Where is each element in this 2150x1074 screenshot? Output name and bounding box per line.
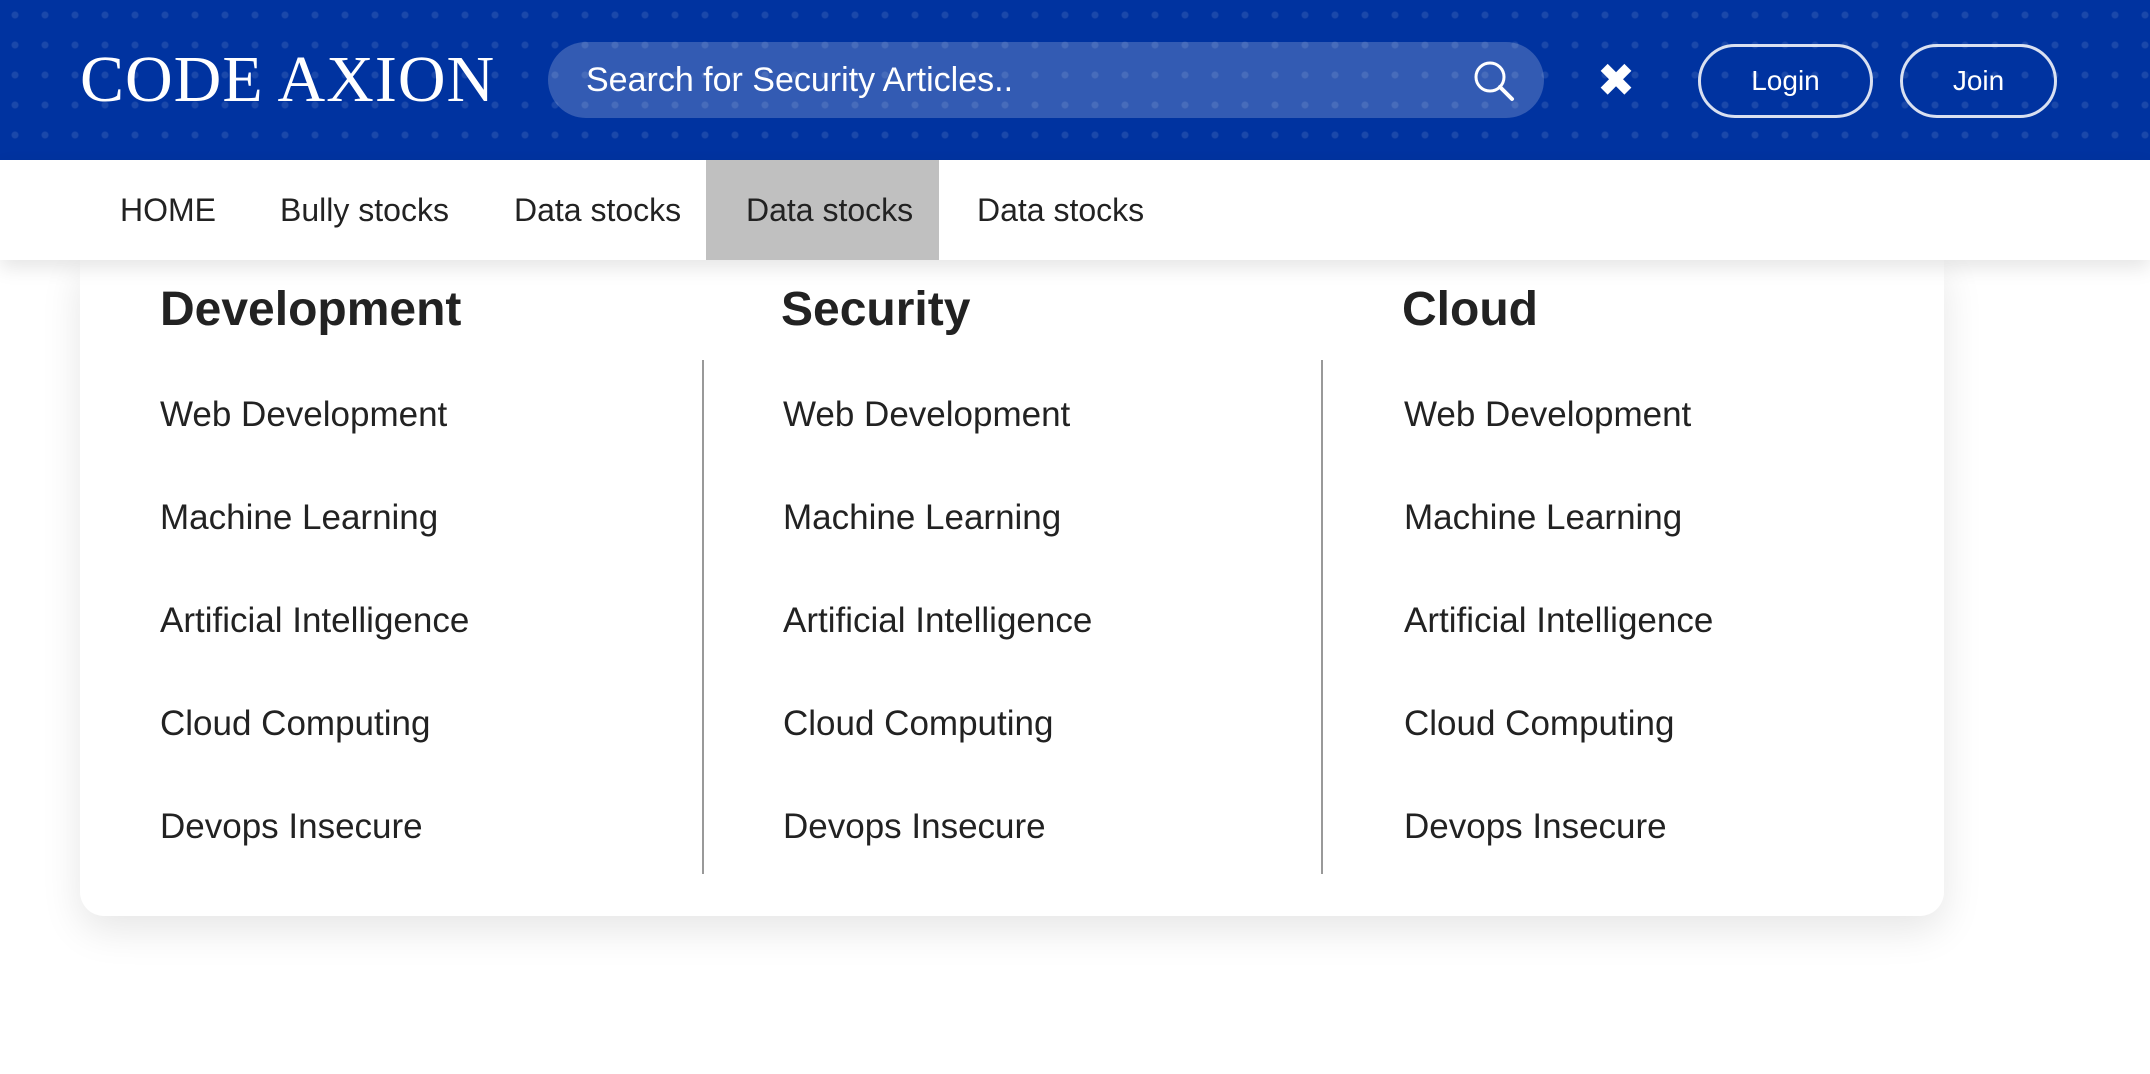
menu-link[interactable]: Web Development: [1404, 386, 1964, 489]
menu-link[interactable]: Devops Insecure: [783, 798, 1343, 901]
menu-link[interactable]: Cloud Computing: [783, 695, 1343, 798]
nav-item-home[interactable]: HOME: [120, 160, 216, 260]
menu-link[interactable]: Machine Learning: [160, 489, 720, 592]
nav-item-data-stocks[interactable]: Data stocks: [977, 160, 1144, 260]
site-header: CODE AXION ✖ Login Join: [0, 0, 2150, 160]
close-icon[interactable]: ✖: [1596, 50, 1636, 110]
main-nav: HOME Bully stocks Data stocks Data stock…: [0, 160, 2150, 260]
menu-link[interactable]: Machine Learning: [1404, 489, 1964, 592]
menu-link[interactable]: Web Development: [160, 386, 720, 489]
menu-link[interactable]: Cloud Computing: [160, 695, 720, 798]
menu-link[interactable]: Artificial Intelligence: [1404, 592, 1964, 695]
menu-link[interactable]: Artificial Intelligence: [783, 592, 1343, 695]
nav-item-bully-stocks[interactable]: Bully stocks: [280, 160, 449, 260]
menu-link[interactable]: Cloud Computing: [1404, 695, 1964, 798]
login-button[interactable]: Login: [1698, 44, 1873, 118]
mega-menu-dropdown: Development Web Development Machine Lear…: [80, 260, 1944, 916]
column-title: Cloud: [1402, 283, 1538, 336]
column-divider: [1321, 360, 1323, 874]
nav-item-data-stocks[interactable]: Data stocks: [514, 160, 681, 260]
nav-item-data-stocks-active[interactable]: Data stocks: [706, 160, 940, 260]
join-button[interactable]: Join: [1900, 44, 2057, 118]
menu-link[interactable]: Artificial Intelligence: [160, 592, 720, 695]
site-logo[interactable]: CODE AXION: [80, 42, 495, 118]
column-title: Development: [160, 283, 462, 336]
menu-link[interactable]: Devops Insecure: [160, 798, 720, 901]
column-divider: [702, 360, 704, 874]
search-input[interactable]: [586, 42, 1466, 118]
search-bar: [548, 42, 1544, 118]
menu-link[interactable]: Machine Learning: [783, 489, 1343, 592]
menu-link[interactable]: Devops Insecure: [1404, 798, 1964, 901]
menu-link[interactable]: Web Development: [783, 386, 1343, 489]
search-icon[interactable]: [1472, 59, 1516, 103]
column-title: Security: [781, 283, 971, 336]
